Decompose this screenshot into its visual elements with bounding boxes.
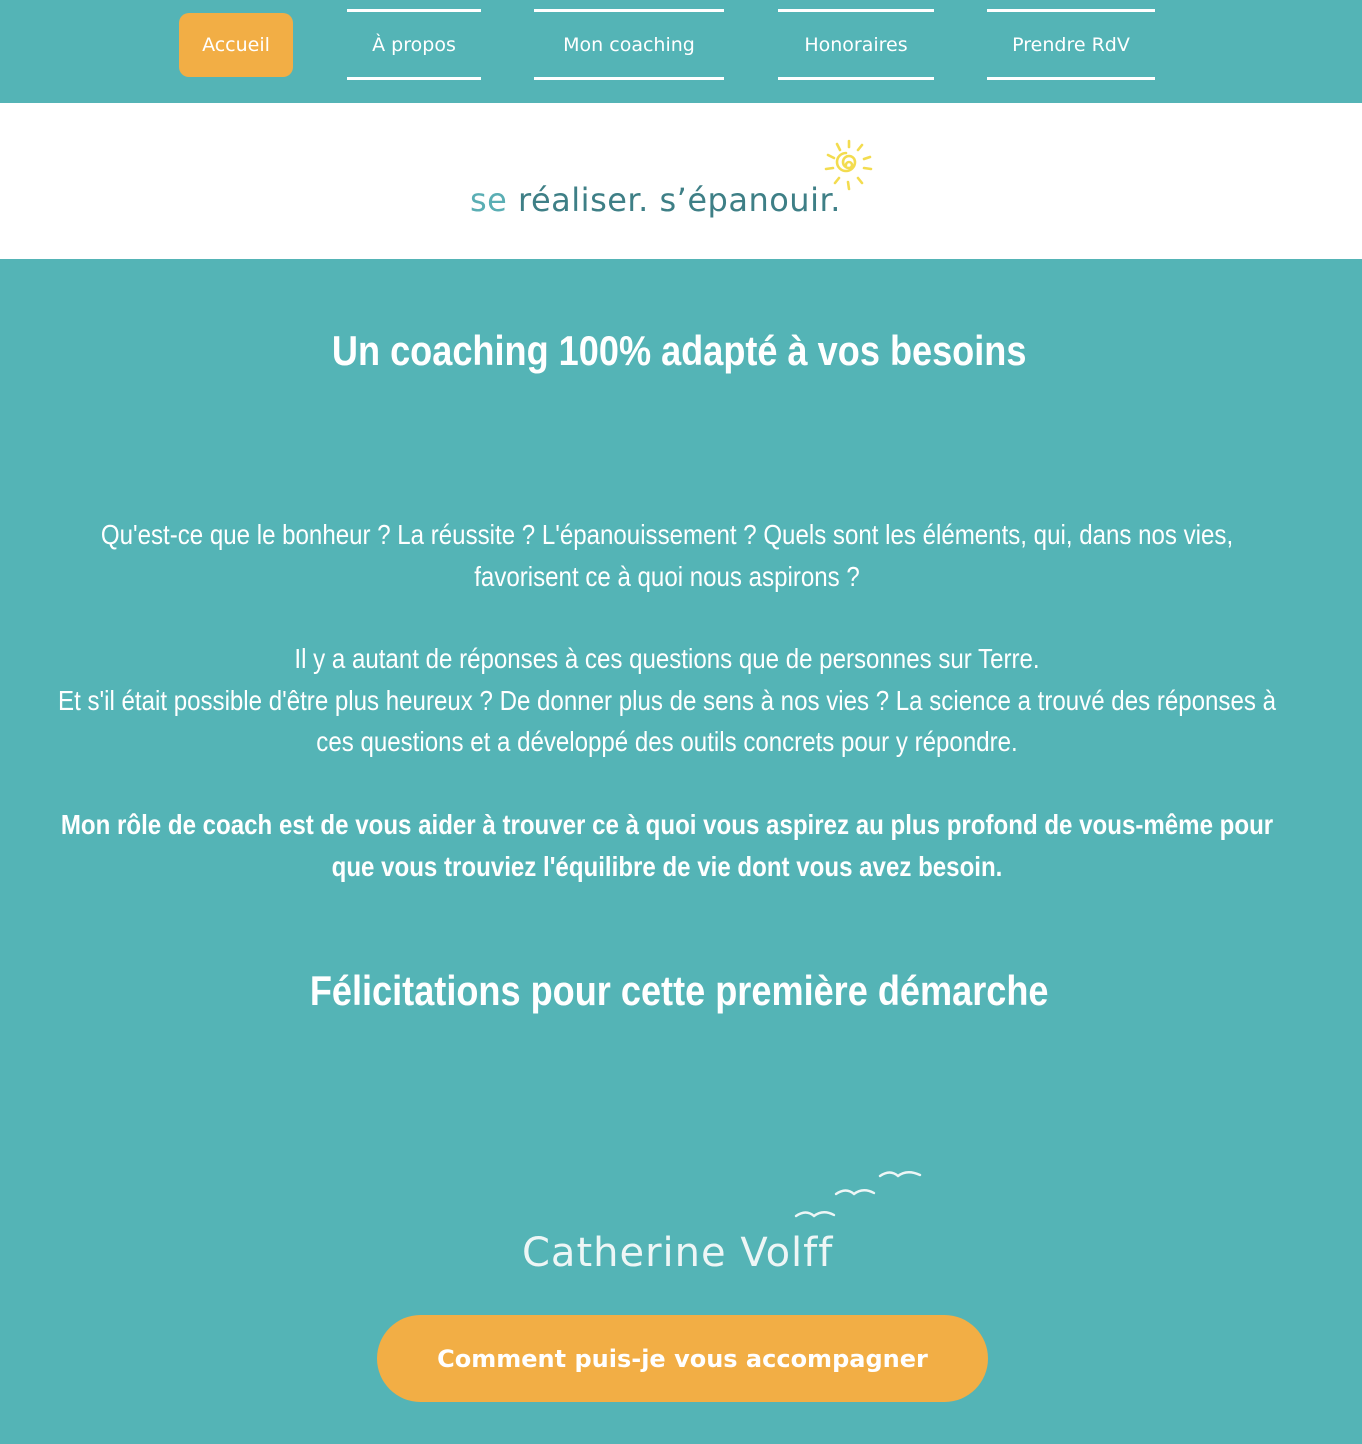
accompany-button[interactable]: Comment puis-je vous accompagner [377, 1315, 988, 1402]
nav-item-accueil[interactable]: Accueil [179, 13, 293, 77]
nav-item-prendre-rdv[interactable]: Prendre RdV [987, 9, 1155, 80]
answers-line-2: Et s'il était possible d'être plus heure… [58, 684, 1276, 758]
tagline-rest: réaliser. s’épanouir. [518, 181, 841, 219]
intro-paragraph: Qu'est-ce que le bonheur ? La réussite ?… [40, 514, 1294, 597]
tagline-se: se [470, 181, 508, 219]
answers-paragraph: Il y a autant de réponses à ces question… [40, 638, 1294, 763]
role-paragraph: Mon rôle de coach est de vous aider à tr… [40, 804, 1294, 887]
page-title: Un coaching 100% adapté à vos besoins [331, 327, 1027, 374]
answers-line-1: Il y a autant de réponses à ces question… [294, 643, 1040, 674]
signature-name: Catherine Volff [522, 1230, 834, 1276]
nav-item-honoraires[interactable]: Honoraires [778, 9, 934, 80]
tagline: se réaliser. s’épanouir. [470, 181, 841, 219]
banner: se réaliser. s’épanouir. [0, 103, 1362, 259]
nav-item-mon-coaching[interactable]: Mon coaching [534, 9, 724, 80]
top-navigation: Accueil À propos Mon coaching Honoraires… [0, 0, 1362, 103]
nav-item-a-propos[interactable]: À propos [347, 9, 481, 80]
signature-logo: Catherine Volff [518, 1162, 938, 1282]
intro-text: Qu'est-ce que le bonheur ? La réussite ?… [100, 519, 1234, 592]
role-text: Mon rôle de coach est de vous aider à tr… [60, 809, 1274, 882]
section-title: Félicitations pour cette première démarc… [309, 967, 1049, 1014]
sun-icon [824, 139, 873, 191]
